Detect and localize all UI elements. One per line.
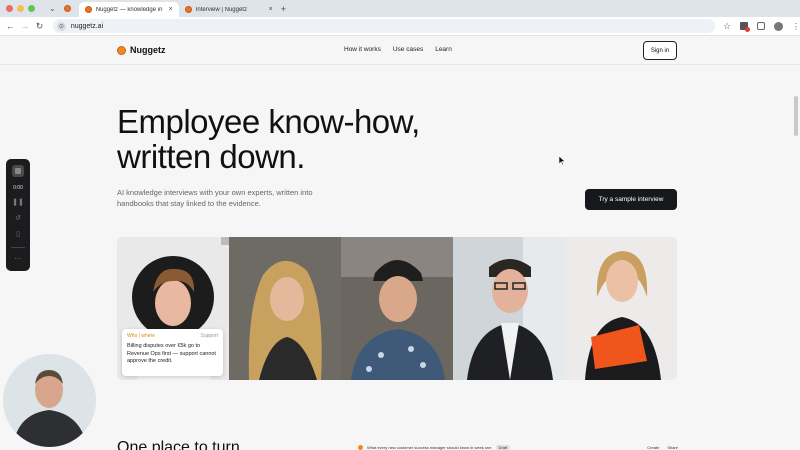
sign-in-button[interactable]: Sign in (643, 41, 677, 60)
browser-tab-bar: ⌄ Nuggetz — knowledge in × Interview | N… (0, 0, 800, 17)
employee-photo-2 (229, 237, 341, 380)
forward-arrow-icon[interactable]: → (18, 21, 33, 31)
more-menu-icon[interactable]: ⋮ (792, 22, 800, 31)
share-button[interactable]: Share (667, 445, 678, 450)
employee-photo-5 (565, 237, 677, 380)
recording-timer: 0:00 (13, 185, 23, 191)
knowledge-snippet-card: Who | where Support Billing disputes ove… (122, 329, 223, 376)
hero-title-line-1: Employee know-how, (117, 103, 420, 140)
nav-link-learn[interactable]: Learn (435, 46, 452, 53)
tab-nuggetz[interactable]: Nuggetz — knowledge in × (78, 2, 179, 17)
webcam-bubble[interactable] (3, 354, 96, 447)
nuggetz-favicon-icon (184, 6, 192, 13)
screen-recorder-toolbar: 0:00 ❚❚ ↺ ▯ ⋯ (6, 159, 30, 271)
employee-photo-4 (453, 237, 565, 380)
section-title: One place to turn (117, 439, 240, 450)
try-sample-interview-button[interactable]: Try a sample interview (585, 189, 677, 210)
create-button[interactable]: Create (647, 445, 659, 450)
pause-icon[interactable]: ❚❚ (12, 199, 24, 207)
page-scrollbar[interactable] (794, 96, 798, 136)
card-label: Who | where (127, 333, 155, 339)
url-text: nuggetz.ai (70, 22, 104, 30)
pinned-tab-favicon[interactable] (63, 5, 71, 12)
site-header: Nuggetz How it works Use cases Learn Sig… (117, 41, 677, 60)
reload-icon[interactable]: ↻ (32, 21, 47, 32)
preview-title: What every new customer success manager … (367, 444, 492, 450)
card-body: Billing disputes over €5k go to Revenue … (127, 343, 216, 364)
browser-toolbar: ← → ↻ ⊙ nuggetz.ai ☆ ⋮ (0, 17, 800, 36)
nav-link-how-it-works[interactable]: How it works (344, 46, 381, 53)
draft-badge: Draft (495, 444, 511, 450)
close-window-button[interactable] (6, 5, 13, 12)
hero-title-line-2: written down. (117, 138, 305, 175)
back-arrow-icon[interactable]: ← (3, 21, 18, 31)
recorder-divider (11, 247, 25, 248)
brand-name: Nuggetz (130, 45, 166, 55)
mouse-cursor-icon (559, 156, 565, 165)
employee-photo-3 (341, 237, 453, 380)
nuggetz-favicon-icon (84, 6, 92, 13)
close-tab-icon[interactable]: × (269, 6, 273, 13)
stop-icon[interactable] (12, 165, 24, 177)
hero-title: Employee know-how, written down. (117, 104, 420, 174)
hero-subtitle: AI knowledge interviews with your own ex… (117, 188, 313, 208)
handbook-preview-header: What every new customer success manager … (358, 442, 678, 450)
delete-icon[interactable]: ▯ (16, 231, 20, 239)
tab-label: Nuggetz — knowledge in (95, 6, 163, 13)
site-info-icon[interactable]: ⊙ (56, 21, 66, 31)
nav-link-use-cases[interactable]: Use cases (393, 46, 423, 53)
extensions-puzzle-icon[interactable] (757, 22, 766, 30)
restart-icon[interactable]: ↺ (15, 215, 21, 223)
web-page: Nuggetz How it works Use cases Learn Sig… (0, 36, 800, 450)
profile-avatar-icon[interactable] (774, 21, 784, 31)
header-divider (0, 64, 800, 65)
window-controls (6, 5, 35, 12)
extension-icon[interactable] (740, 22, 751, 32)
tab-interview[interactable]: Interview | Nuggetz × (179, 2, 279, 17)
card-tag: Support (200, 333, 218, 339)
bookmark-star-icon[interactable]: ☆ (723, 21, 731, 32)
nav-links: How it works Use cases Learn (344, 46, 452, 53)
nugget-logo-icon (117, 45, 126, 55)
address-bar[interactable]: ⊙ nuggetz.ai (52, 19, 715, 33)
menu-icon[interactable]: ⋯ (15, 256, 22, 264)
tab-label: Interview | Nuggetz (195, 6, 247, 13)
tab-list-chevron-icon[interactable]: ⌄ (49, 4, 56, 13)
brand-logo[interactable]: Nuggetz (117, 45, 166, 55)
nugget-logo-icon (358, 444, 363, 450)
new-tab-button[interactable]: + (281, 4, 286, 14)
minimize-window-button[interactable] (17, 5, 24, 12)
close-tab-icon[interactable]: × (169, 6, 173, 13)
maximize-window-button[interactable] (28, 5, 35, 12)
